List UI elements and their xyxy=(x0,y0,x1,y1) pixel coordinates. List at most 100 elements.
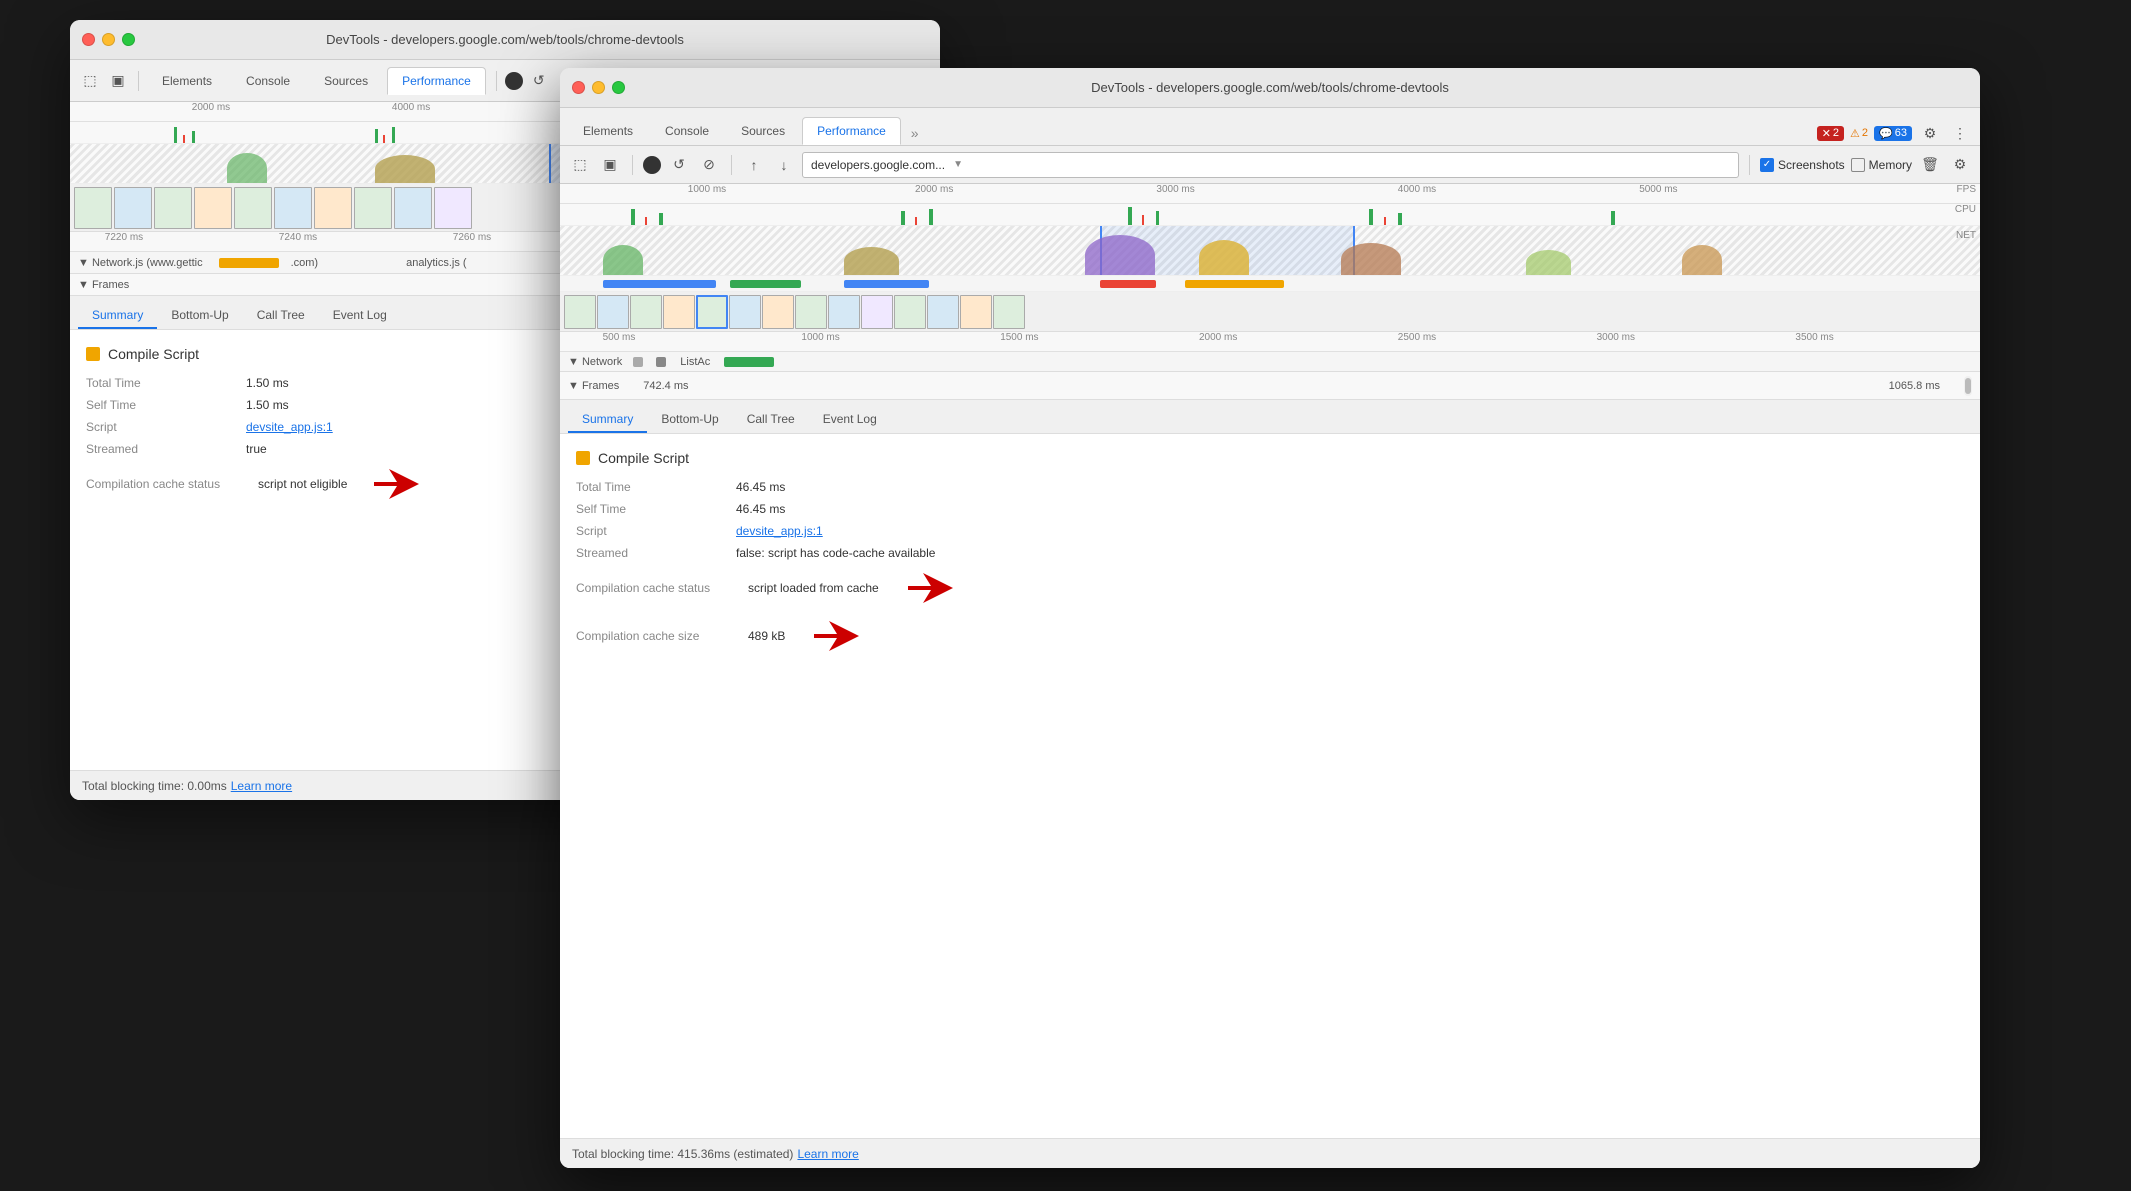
maximize-button-front[interactable] xyxy=(612,81,625,94)
label-script-front: Script xyxy=(576,524,736,538)
cpu-f-hump-3 xyxy=(1085,235,1155,275)
network-label-back: ▼ Network.js (www.gettic xyxy=(78,257,203,269)
reload-icon[interactable]: ↺ xyxy=(527,69,551,93)
detail-total-time-front: Total Time 46.45 ms xyxy=(576,480,1964,494)
tab-calltree-front[interactable]: Call Tree xyxy=(733,407,809,433)
device-icon[interactable]: ▣ xyxy=(106,69,130,93)
learn-more-front[interactable]: Learn more xyxy=(797,1147,858,1161)
tab-summary-back[interactable]: Summary xyxy=(78,303,157,329)
divider-front-2 xyxy=(731,155,732,175)
footer-text-back: Total blocking time: 0.00ms xyxy=(82,779,227,793)
tab-elements-back[interactable]: Elements xyxy=(147,67,227,95)
f-thumb-6 xyxy=(729,295,761,329)
settings-gear-icon-front[interactable]: ⚙ xyxy=(1948,153,1972,177)
link-script-back[interactable]: devsite_app.js:1 xyxy=(246,420,333,434)
device-icon-front[interactable]: ▣ xyxy=(598,153,622,177)
fps-label-front: FPS xyxy=(1957,184,1976,195)
tab-calltree-back[interactable]: Call Tree xyxy=(243,303,319,329)
tab-performance-back[interactable]: Performance xyxy=(387,67,486,95)
download-btn-front[interactable]: ↓ xyxy=(772,153,796,177)
screenshots-label-front: ✓ Screenshots xyxy=(1760,158,1845,172)
settings-icon-front[interactable]: ⚙ xyxy=(1918,121,1942,145)
tick-4000: 4000 ms xyxy=(392,102,430,113)
inspect-icon-front[interactable]: ⬚ xyxy=(568,153,592,177)
tab-sources-front[interactable]: Sources xyxy=(726,117,800,145)
tab-more-front[interactable]: » xyxy=(903,121,927,145)
tick-b-7240: 7240 ms xyxy=(279,232,317,243)
value-cache-size-front: 489 kB xyxy=(748,629,785,643)
tick-f-3000: 3000 ms xyxy=(1156,184,1194,195)
label-cache-front: Compilation cache status xyxy=(576,581,736,595)
network-label-front-2: ListAc xyxy=(680,356,710,368)
memory-text-front: Memory xyxy=(1869,158,1912,172)
tab-eventlog-front[interactable]: Event Log xyxy=(809,407,891,433)
net-bar-5 xyxy=(1185,280,1284,288)
value-self-time-front: 46.45 ms xyxy=(736,502,785,516)
cpu-f-hump-4 xyxy=(1199,240,1249,275)
warning-icon: ⚠ xyxy=(1850,127,1860,140)
scrollbar-thumb-front[interactable] xyxy=(1964,376,1972,396)
traffic-lights-front[interactable] xyxy=(572,81,625,94)
frames-label-row-front: ▼ Frames 742.4 ms 1065.8 ms xyxy=(560,372,1980,400)
tick-f-4000: 4000 ms xyxy=(1398,184,1436,195)
tab-bottomup-back[interactable]: Bottom-Up xyxy=(157,303,242,329)
tab-sources-back[interactable]: Sources xyxy=(309,67,383,95)
reload-btn-front[interactable]: ↺ xyxy=(667,153,691,177)
tab-console-front[interactable]: Console xyxy=(650,117,724,145)
fps-f-red-4 xyxy=(1384,217,1386,225)
record-btn-front[interactable] xyxy=(643,156,661,174)
url-dropdown-front: ▼ xyxy=(953,159,963,170)
minimize-button-back[interactable] xyxy=(102,33,115,46)
titlebar-back: DevTools - developers.google.com/web/too… xyxy=(70,20,940,60)
url-bar-front[interactable]: developers.google.com... ▼ xyxy=(802,152,1739,178)
warning-badge-front: ⚠ 2 xyxy=(1850,127,1868,140)
footer-front: Total blocking time: 415.36ms (estimated… xyxy=(560,1138,1980,1168)
divider-2 xyxy=(496,71,497,91)
traffic-lights-back[interactable] xyxy=(82,33,135,46)
record-icon[interactable] xyxy=(505,72,523,90)
tab-console-back[interactable]: Console xyxy=(231,67,305,95)
minimize-button-front[interactable] xyxy=(592,81,605,94)
clear-btn-front[interactable]: ⊘ xyxy=(697,153,721,177)
tab-performance-front[interactable]: Performance xyxy=(802,117,901,145)
memory-checkbox-front[interactable] xyxy=(1851,158,1865,172)
scroll-thumb xyxy=(1965,378,1971,394)
tab-elements-front[interactable]: Elements xyxy=(568,117,648,145)
tick-b-7220: 7220 ms xyxy=(105,232,143,243)
tab-summary-front[interactable]: Summary xyxy=(568,407,647,433)
upload-btn-front[interactable]: ↑ xyxy=(742,153,766,177)
frames-text-front: ▼ Frames xyxy=(568,380,619,392)
footer-text-front: Total blocking time: 415.36ms (estimated… xyxy=(572,1147,793,1161)
compile-icon-back xyxy=(86,347,100,361)
thumb-3 xyxy=(154,187,192,229)
tab-eventlog-back[interactable]: Event Log xyxy=(319,303,401,329)
error-icon: ✕ xyxy=(1822,127,1831,140)
cpu-label-front: CPU xyxy=(1955,204,1976,215)
tab-bottomup-front[interactable]: Bottom-Up xyxy=(647,407,732,433)
thumb-6 xyxy=(274,187,312,229)
inspect-icon[interactable]: ⬚ xyxy=(78,69,102,93)
f-thumb-2 xyxy=(597,295,629,329)
cpu-hump-2 xyxy=(375,155,435,183)
window-title-back: DevTools - developers.google.com/web/too… xyxy=(326,32,684,47)
network-square-2 xyxy=(656,357,666,367)
trash-icon-front[interactable]: 🗑 xyxy=(1918,153,1942,177)
label-script-back: Script xyxy=(86,420,246,434)
link-script-front[interactable]: devsite_app.js:1 xyxy=(736,524,823,538)
close-button-front[interactable] xyxy=(572,81,585,94)
f-thumb-4 xyxy=(663,295,695,329)
screenshots-checkbox-front[interactable]: ✓ xyxy=(1760,158,1774,172)
frames-time-front-2: 1065.8 ms xyxy=(1889,380,1940,392)
tick-bf-1500: 1500 ms xyxy=(1000,332,1038,343)
warning-count: 2 xyxy=(1862,127,1868,139)
titlebar-front: DevTools - developers.google.com/web/too… xyxy=(560,68,1980,108)
learn-more-back[interactable]: Learn more xyxy=(231,779,292,793)
f-thumb-3 xyxy=(630,295,662,329)
more-icon-front[interactable]: ⋮ xyxy=(1948,121,1972,145)
close-button-back[interactable] xyxy=(82,33,95,46)
maximize-button-back[interactable] xyxy=(122,33,135,46)
network-label2-back: .com) xyxy=(291,257,319,269)
net-bar-1 xyxy=(603,280,717,288)
error-badge-front: ✕ 2 xyxy=(1817,126,1844,141)
value-self-time-back: 1.50 ms xyxy=(246,398,289,412)
